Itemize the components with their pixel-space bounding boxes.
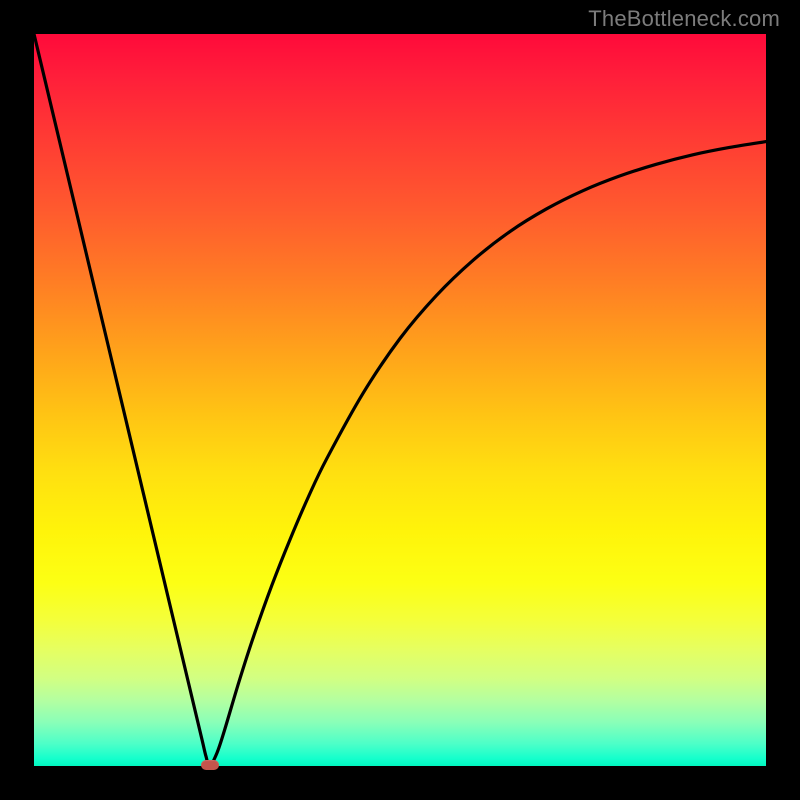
bottleneck-curve xyxy=(34,34,766,766)
watermark-text: TheBottleneck.com xyxy=(588,6,780,32)
plot-area xyxy=(34,34,766,766)
optimum-marker xyxy=(201,760,219,770)
chart-frame: TheBottleneck.com xyxy=(0,0,800,800)
curve-svg xyxy=(34,34,766,766)
